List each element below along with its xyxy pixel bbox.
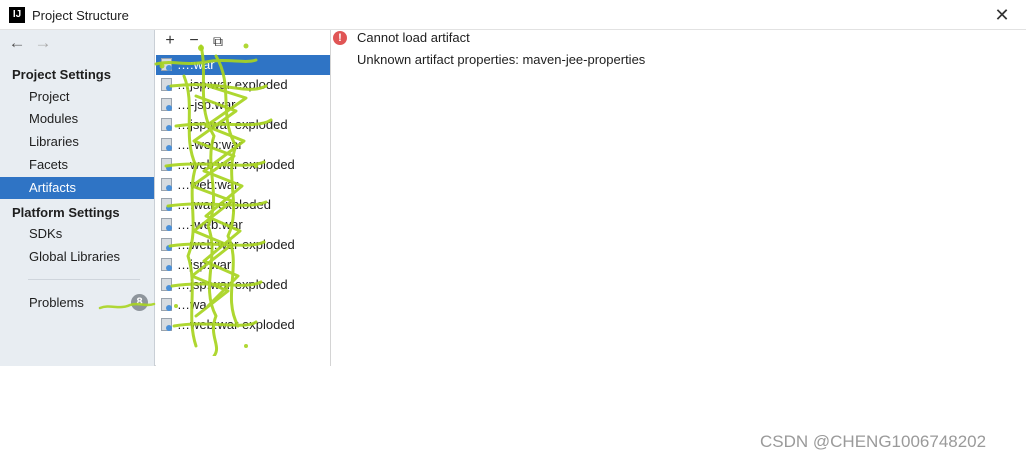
close-icon[interactable]: ✕ bbox=[992, 4, 1012, 26]
artifact-war-icon bbox=[161, 98, 172, 111]
artifact-war-icon bbox=[161, 278, 172, 291]
artifact-row[interactable]: …:war bbox=[156, 55, 330, 75]
problems-count-badge: 8 bbox=[131, 294, 148, 311]
sidebar-item-modules[interactable]: Modules bbox=[0, 108, 154, 130]
artifact-label: …jsp:war exploded bbox=[177, 277, 288, 292]
copy-icon[interactable]: ⧉ bbox=[208, 31, 228, 51]
artifact-label: …-web:war bbox=[177, 137, 243, 152]
remove-icon[interactable]: − bbox=[184, 31, 204, 51]
window-title: Project Structure bbox=[32, 8, 129, 23]
artifact-war-icon bbox=[161, 118, 172, 131]
error-title: Cannot load artifact bbox=[357, 30, 470, 45]
error-detail: Unknown artifact properties: maven-jee-p… bbox=[357, 52, 646, 67]
sidebar-item-project[interactable]: Project bbox=[0, 86, 154, 108]
artifact-label: …jsp:war exploded bbox=[177, 77, 288, 92]
artifact-row[interactable]: …:war exploded bbox=[156, 195, 330, 215]
artifact-row[interactable]: …wa bbox=[156, 295, 330, 315]
artifact-war-icon bbox=[161, 198, 172, 211]
artifact-war-icon bbox=[161, 298, 172, 311]
artifact-row[interactable]: …jsp:war exploded bbox=[156, 115, 330, 135]
add-icon[interactable]: + bbox=[160, 31, 180, 51]
artifact-war-icon bbox=[161, 138, 172, 151]
artifact-label: …web:war exploded bbox=[177, 237, 295, 252]
project-settings-header: Project Settings bbox=[12, 67, 111, 82]
artifact-war-icon bbox=[161, 238, 172, 251]
sidebar-item-facets[interactable]: Facets bbox=[0, 154, 154, 176]
watermark: CSDN @CHENG1006748202 bbox=[760, 432, 987, 451]
artifact-list-panel: + − ⧉ …:war …jsp:war exploded …-jsp:war …js… bbox=[154, 30, 331, 366]
artifact-toolbar: + − ⧉ bbox=[156, 30, 330, 54]
artifact-row[interactable]: …jsp:war bbox=[156, 255, 330, 275]
artifact-label: …wa bbox=[177, 297, 207, 312]
artifact-war-icon bbox=[161, 218, 172, 231]
arrow-left-icon[interactable]: ← bbox=[8, 34, 26, 54]
artifact-war-icon bbox=[161, 58, 172, 71]
arrow-right-icon[interactable]: → bbox=[34, 34, 52, 54]
artifact-label: …web:war exploded bbox=[177, 157, 295, 172]
artifact-row[interactable]: …web:war exploded bbox=[156, 315, 330, 335]
artifact-row[interactable]: …web:war exploded bbox=[156, 235, 330, 255]
settings-sidebar: ← → Project Settings Project Modules Lib… bbox=[0, 30, 155, 366]
intellij-app-icon: IJ bbox=[9, 7, 25, 23]
artifact-war-icon bbox=[161, 258, 172, 271]
artifact-label: …web:war exploded bbox=[177, 317, 295, 332]
project-structure-dialog: IJ Project Structure ✕ ← → Project Setti… bbox=[0, 0, 1026, 366]
artifact-detail-panel: ! Cannot load artifact Unknown artifact … bbox=[331, 30, 1026, 366]
artifact-war-icon bbox=[161, 78, 172, 91]
artifact-row[interactable]: …-web:war bbox=[156, 135, 330, 155]
artifact-row[interactable]: …-web:war bbox=[156, 215, 330, 235]
artifact-row[interactable]: …-jsp:war bbox=[156, 95, 330, 115]
sidebar-item-sdks[interactable]: SDKs bbox=[0, 223, 154, 245]
artifact-label: …web:war bbox=[177, 177, 239, 192]
artifact-row[interactable]: …jsp:war exploded bbox=[156, 275, 330, 295]
sidebar-item-artifacts[interactable]: Artifacts bbox=[0, 177, 154, 199]
artifact-label: …jsp:war bbox=[177, 257, 232, 272]
artifact-row[interactable]: …web:war exploded bbox=[156, 155, 330, 175]
artifact-war-icon bbox=[161, 158, 172, 171]
artifact-war-icon bbox=[161, 178, 172, 191]
artifact-war-icon bbox=[161, 318, 172, 331]
artifact-label: …:war exploded bbox=[177, 197, 271, 212]
sidebar-separator bbox=[28, 279, 140, 280]
title-bar: IJ Project Structure ✕ bbox=[0, 0, 1026, 30]
artifact-label: …:war bbox=[177, 57, 215, 72]
artifact-label: …jsp:war exploded bbox=[177, 117, 288, 132]
artifact-label: …-web:war bbox=[177, 217, 243, 232]
artifact-label: …-jsp:war bbox=[177, 97, 236, 112]
platform-settings-header: Platform Settings bbox=[12, 205, 120, 220]
error-icon: ! bbox=[333, 31, 347, 45]
sidebar-item-libraries[interactable]: Libraries bbox=[0, 131, 154, 153]
artifact-row[interactable]: …web:war bbox=[156, 175, 330, 195]
artifact-row[interactable]: …jsp:war exploded bbox=[156, 75, 330, 95]
sidebar-item-global-libraries[interactable]: Global Libraries bbox=[0, 246, 154, 268]
